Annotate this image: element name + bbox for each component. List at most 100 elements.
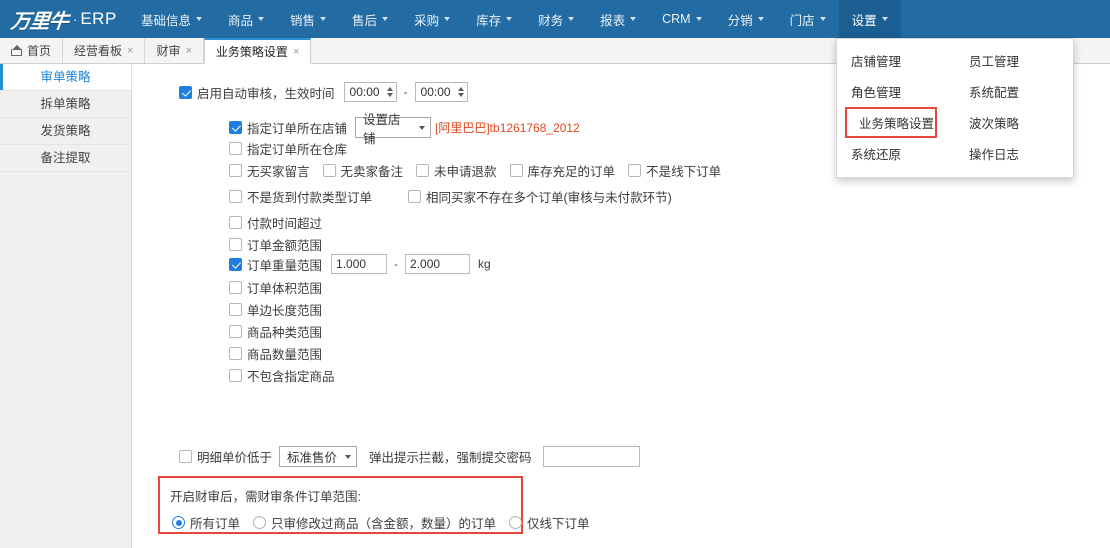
dropdown-item-0[interactable]: 店铺管理: [837, 45, 955, 76]
tab-item-1[interactable]: 财审 ×: [145, 38, 204, 63]
price-type-select[interactable]: 标准售价: [279, 446, 358, 467]
shop-rule-checkbox[interactable]: [229, 121, 242, 134]
sidebar-item-1[interactable]: 拆单策略: [0, 91, 131, 118]
condition-upper-0-checkbox[interactable]: [229, 215, 242, 229]
effective-time-from-input[interactable]: 00:00: [343, 82, 397, 102]
nav-item-9[interactable]: 分销: [715, 0, 777, 38]
dropdown-item-1[interactable]: 员工管理: [955, 45, 1073, 76]
dropdown-item-5[interactable]: 波次策略: [955, 107, 1073, 138]
dropdown-item-2[interactable]: 角色管理: [837, 76, 955, 107]
shop-rule-label: 指定订单所在店铺: [247, 122, 348, 136]
audit-scope-radio-0[interactable]: [172, 516, 185, 529]
audit-scope-title: 开启财审后，需财审条件订单范围:: [170, 490, 361, 504]
tab-label: 财审: [156, 44, 181, 58]
sidebar: 审单策略 拆单策略 发货策略 备注提取: [0, 64, 132, 548]
tab-home[interactable]: 首页: [0, 38, 64, 63]
condition-r1-4-checkbox[interactable]: [628, 164, 642, 177]
nav-item-0[interactable]: 基础信息: [128, 0, 215, 38]
nav-item-1[interactable]: 商品: [215, 0, 277, 38]
nav-item-label: 库存: [476, 13, 502, 28]
condition-lower-0: 订单体积范围: [229, 276, 335, 298]
warehouse-rule-checkbox[interactable]: [229, 142, 242, 155]
condition-lower-3-checkbox[interactable]: [229, 346, 242, 360]
weight-range-label: 订单重量范围: [247, 258, 323, 273]
chevron-down-icon: [258, 17, 265, 21]
nav-item-8[interactable]: CRM: [649, 0, 714, 38]
app-root: 万里牛 · ERP 基础信息 商品 销售 售后 采购 库存 财务 报表 CRM 分销 门店 设置 店铺…: [0, 0, 1110, 548]
price-type-value: 标准售价: [287, 451, 338, 465]
condition-r1-0-label: 无买家留言: [247, 165, 310, 179]
condition-upper-1-checkbox[interactable]: [229, 237, 242, 251]
price-rule-row: 明细单价低于 标准售价 弹出提示拦截，强制提交密码: [179, 446, 640, 467]
nav-item-10[interactable]: 门店: [777, 0, 839, 38]
dropdown-item-4[interactable]: 业务策略设置: [845, 107, 937, 138]
condition-lower-1-checkbox[interactable]: [229, 302, 242, 316]
close-icon[interactable]: ×: [293, 46, 299, 58]
nav-item-3[interactable]: 售后: [339, 0, 401, 38]
chevron-down-icon: [695, 17, 702, 21]
nav-item-5[interactable]: 库存: [463, 0, 525, 38]
tab-item-0[interactable]: 经营看板 ×: [63, 38, 146, 63]
nav-item-label: 分销: [727, 13, 753, 28]
dropdown-item-7[interactable]: 操作日志: [955, 138, 1073, 169]
tab-list: 经营看板 × 财审 × 业务策略设置 ×: [63, 38, 312, 64]
time-to-spinner[interactable]: [457, 87, 464, 97]
condition-upper-0-label: 付款时间超过: [247, 216, 323, 231]
audit-scope-option-1[interactable]: 只审修改过商品（含金额，数量）的订单: [253, 513, 496, 532]
condition-lower-0-checkbox[interactable]: [229, 280, 242, 294]
audit-scope-option-0[interactable]: 所有订单: [172, 513, 240, 532]
logo-erp-text: ERP: [80, 9, 117, 28]
chevron-down-icon: [444, 17, 451, 21]
nav-item-7[interactable]: 报表: [587, 0, 649, 38]
condition-r1-2: 未申请退款: [416, 161, 497, 180]
condition-r1-1-checkbox[interactable]: [322, 164, 336, 177]
chevron-down-icon: [757, 17, 764, 21]
condition-r2-0: 不是货到付款类型订单: [229, 187, 372, 206]
condition-r1-2-checkbox[interactable]: [416, 164, 430, 177]
condition-lower-4-checkbox[interactable]: [229, 368, 242, 382]
shop-select[interactable]: 设置店铺: [355, 113, 432, 146]
condition-r1-1-label: 无卖家备注: [340, 165, 404, 179]
tab-item-2[interactable]: 业务策略设置 ×: [203, 38, 312, 64]
condition-r1-0-checkbox[interactable]: [229, 164, 242, 177]
condition-r1-3-checkbox[interactable]: [509, 164, 523, 177]
app-logo[interactable]: 万里牛 · ERP: [0, 0, 128, 38]
sidebar-item-0[interactable]: 审单策略: [0, 64, 131, 91]
time-from-value: 00:00: [349, 85, 380, 99]
close-icon[interactable]: ×: [127, 45, 133, 57]
condition-r1-4-label: 不是线下订单: [646, 165, 722, 179]
condition-lower-2: 商品种类范围: [229, 320, 335, 342]
audit-scope-radio-2[interactable]: [509, 516, 523, 529]
logo-wordmark: 万里牛: [9, 10, 69, 33]
auto-audit-checkbox[interactable]: [179, 85, 192, 99]
weight-range-checkbox[interactable]: [229, 257, 242, 271]
weight-max-input[interactable]: [405, 254, 471, 274]
effective-time-to-input[interactable]: 00:00: [414, 82, 468, 102]
logo-separator-dot: ·: [73, 11, 78, 27]
nav-item-6[interactable]: 财务: [525, 0, 587, 38]
close-icon[interactable]: ×: [185, 45, 191, 57]
nav-item-11[interactable]: 设置: [838, 0, 901, 38]
sidebar-item-3[interactable]: 备注提取: [0, 145, 131, 172]
sidebar-item-2[interactable]: 发货策略: [0, 118, 131, 145]
audit-scope-option-2[interactable]: 仅线下订单: [509, 513, 590, 532]
nav-item-4[interactable]: 采购: [401, 0, 463, 38]
nav-item-2[interactable]: 销售: [277, 0, 339, 38]
audit-scope-radio-1[interactable]: [253, 516, 267, 529]
force-submit-password-input[interactable]: [542, 446, 640, 467]
condition-r2-1-checkbox[interactable]: [408, 190, 422, 203]
dropdown-item-3[interactable]: 系统配置: [955, 76, 1073, 107]
time-range-separator: -: [403, 85, 408, 99]
audit-scope-option-label: 所有订单: [190, 517, 241, 531]
condition-upper-0: 付款时间超过: [229, 211, 322, 233]
price-rule-checkbox[interactable]: [179, 450, 192, 463]
condition-r2-0-checkbox[interactable]: [229, 190, 242, 203]
audit-scope-option-label: 只审修改过商品（含金额，数量）的订单: [271, 517, 497, 531]
weight-min-input[interactable]: [331, 254, 388, 274]
time-from-spinner[interactable]: [386, 87, 393, 97]
price-rule-tail-label: 弹出提示拦截，强制提交密码: [369, 451, 532, 465]
chevron-down-icon: [630, 17, 637, 21]
dropdown-item-6[interactable]: 系统还原: [837, 138, 955, 169]
audit-scope-option-label: 仅线下订单: [527, 517, 590, 531]
condition-lower-2-checkbox[interactable]: [229, 324, 242, 338]
